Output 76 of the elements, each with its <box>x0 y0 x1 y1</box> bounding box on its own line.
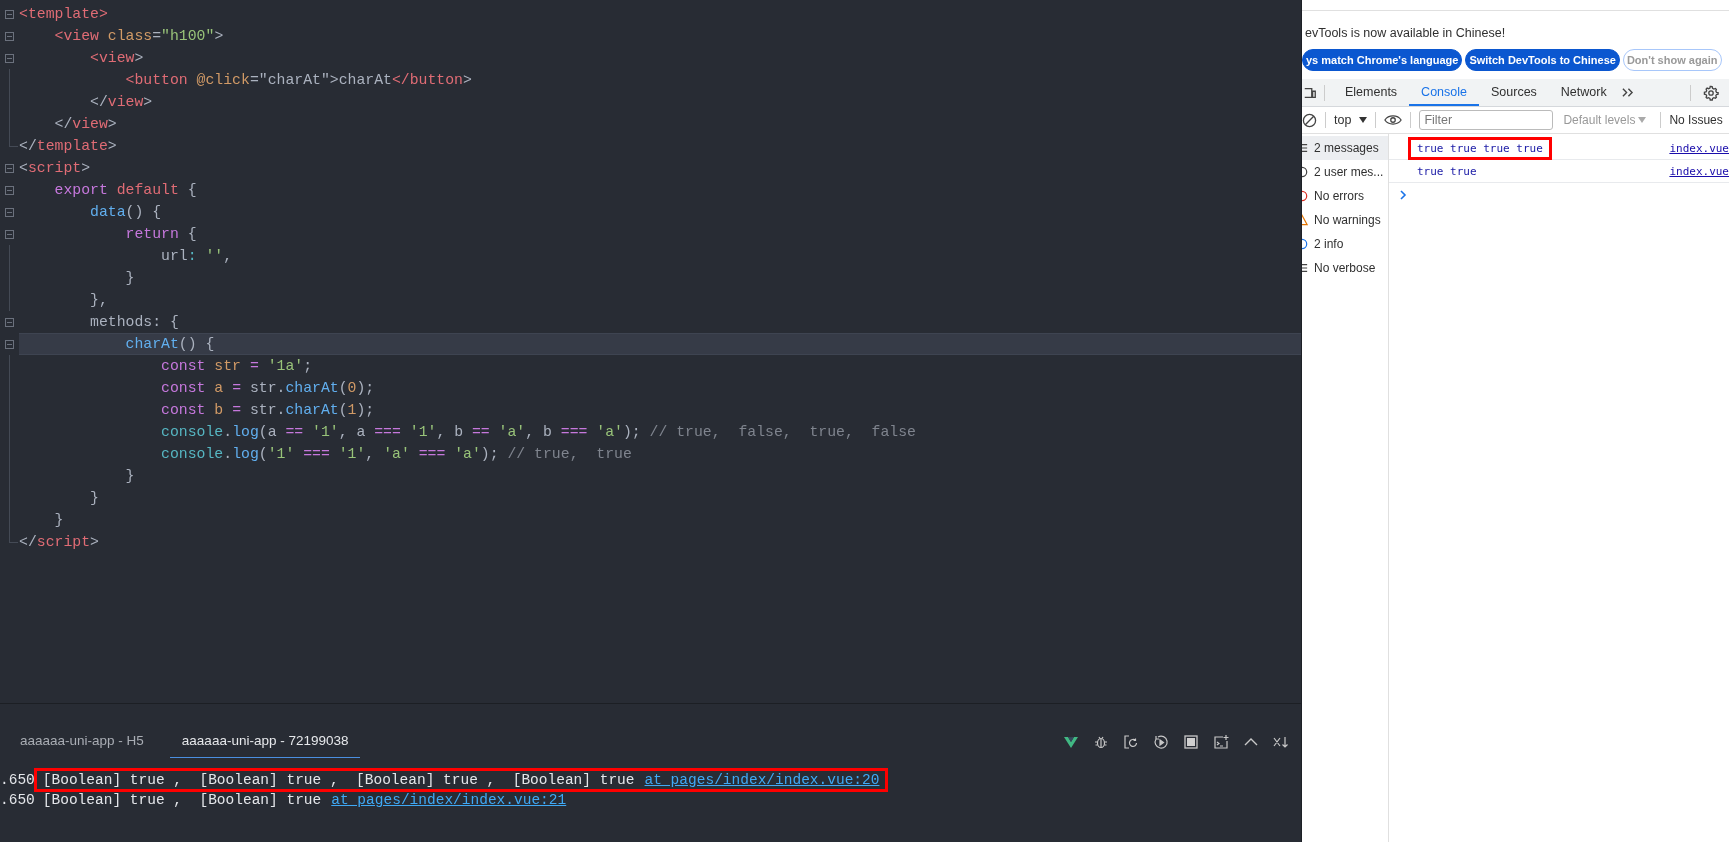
code-line: console.log(a == '1', a === '1', b == 'a', b === 'a'); // true, false, true, false <box>160 423 917 442</box>
source-link[interactable]: at pages/index/index.vue:21 <box>331 792 567 808</box>
source-link[interactable]: index.vue <box>1669 164 1729 178</box>
banner-button[interactable]: Switch DevTools to Chinese <box>1465 49 1620 71</box>
log-timestamp: .650 <box>0 792 35 808</box>
sidebar-item[interactable]: 2 user mes... <box>1302 160 1388 184</box>
sidebar-item[interactable]: No warnings <box>1302 208 1388 232</box>
eye-icon[interactable] <box>1384 114 1403 126</box>
code-line: const b = str.charAt(1); <box>160 401 376 420</box>
code-line: url: '', <box>160 247 234 266</box>
caret-icon <box>1638 117 1647 123</box>
replay-icon[interactable] <box>1153 734 1169 750</box>
fold-icon[interactable] <box>5 31 14 41</box>
context-dropdown[interactable]: top <box>1334 113 1368 127</box>
code-line: </template> <box>19 137 118 156</box>
code-line: console.log('1' === '1', 'a' === 'a'); // true, true <box>160 445 633 464</box>
fold-icon[interactable] <box>5 229 14 239</box>
code-line: return { <box>124 225 198 244</box>
code-line: <view> <box>89 49 145 68</box>
devtools-tab[interactable]: Network <box>1548 79 1619 106</box>
fold-icon[interactable] <box>5 317 14 327</box>
fold-icon[interactable] <box>5 163 14 173</box>
code-line: methods: { <box>89 313 180 332</box>
code-line: <script> <box>19 159 92 178</box>
fold-icon[interactable] <box>5 9 14 19</box>
code-line: </view> <box>53 115 118 134</box>
code-line: <template> <box>19 5 109 24</box>
issues-count[interactable]: No Issues <box>1669 113 1723 127</box>
fold-icon[interactable] <box>5 185 14 195</box>
code-line: </script> <box>19 533 100 552</box>
settings-icon[interactable] <box>1703 84 1719 101</box>
sidebar-item[interactable]: 2 info <box>1302 232 1388 256</box>
sidebar-item[interactable]: No verbose <box>1302 256 1388 280</box>
console-message: true true <box>1416 163 1478 180</box>
bug-icon[interactable] <box>1093 734 1109 750</box>
log-message: [Boolean] true , [Boolean] true , [Boolean] true , [Boolean] true <box>42 772 635 788</box>
code-line: <view class="h100"> <box>53 27 225 46</box>
caret-icon <box>1359 117 1368 123</box>
vue-logo-icon[interactable] <box>1063 734 1079 750</box>
filter-field[interactable]: Filter <box>1419 110 1554 130</box>
banner-text: evTools is now available in Chinese! <box>1304 25 1507 42</box>
log-timestamp: .650 <box>0 772 35 788</box>
code-line: const str = '1a'; <box>160 357 314 376</box>
code-line: data() { <box>89 203 163 222</box>
code-line: } <box>53 511 65 530</box>
more-tabs-icon[interactable] <box>1620 87 1634 98</box>
terminal-tab[interactable]: aaaaaa-uni-app - H5 <box>8 726 156 758</box>
source-link[interactable]: index.vue <box>1669 141 1729 155</box>
clear-console-icon[interactable] <box>1302 112 1317 128</box>
device-toolbar-icon[interactable] <box>1304 85 1316 100</box>
terminal-tab[interactable]: aaaaaa-uni-app - 72199038 <box>169 726 361 758</box>
devtools-tab[interactable]: Elements <box>1333 79 1410 106</box>
banner-button[interactable]: ys match Chrome's language <box>1302 49 1463 71</box>
code-line: } <box>124 269 136 288</box>
sidebar-item[interactable]: 2 messages <box>1302 136 1388 160</box>
code-line: export default { <box>53 181 198 200</box>
refresh-icon[interactable] <box>1123 734 1139 750</box>
code-line: </view> <box>89 93 154 112</box>
source-link[interactable]: at pages/index/index.vue:20 <box>644 772 880 788</box>
devtools-tab[interactable]: Console <box>1409 79 1479 106</box>
sidebar-item[interactable]: No errors <box>1302 184 1388 208</box>
fold-icon[interactable] <box>5 207 14 217</box>
log-message: [Boolean] true , [Boolean] true <box>42 792 322 808</box>
fold-icon[interactable] <box>5 339 14 349</box>
code-line: } <box>89 489 100 508</box>
clear-icon[interactable] <box>1273 734 1289 750</box>
console-message: true true true true <box>1408 136 1552 160</box>
devtools-tab[interactable]: Sources <box>1479 79 1549 106</box>
code-line: <button @click="charAt">charAt</button> <box>124 71 473 90</box>
fold-icon[interactable] <box>5 53 14 63</box>
terminal-icon[interactable] <box>1213 734 1229 750</box>
stop-icon[interactable] <box>1183 734 1199 750</box>
code-line: } <box>124 467 136 486</box>
code-line: const a = str.charAt(0); <box>160 379 376 398</box>
code-line: }, <box>89 291 109 310</box>
prompt-chevron-icon[interactable] <box>1399 189 1407 201</box>
